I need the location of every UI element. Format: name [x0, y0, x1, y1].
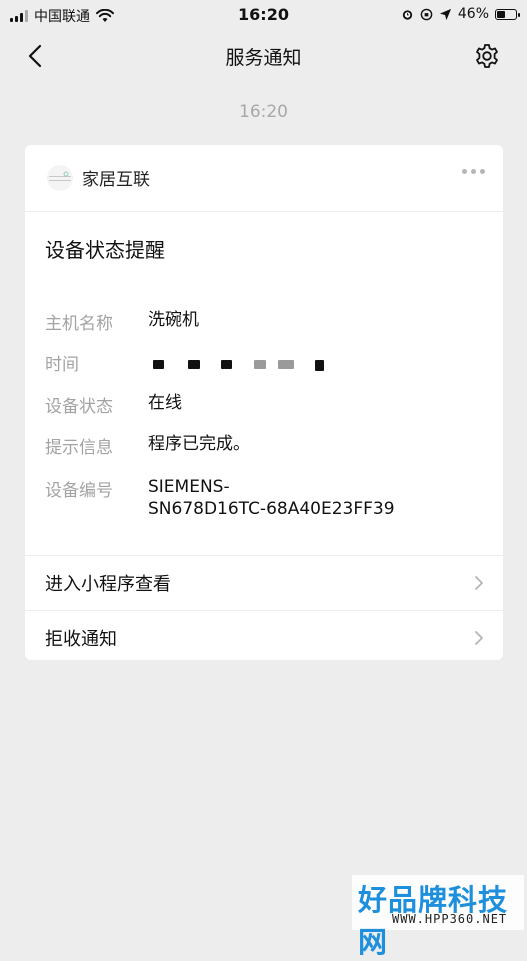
home-connect-logo-icon — [49, 171, 71, 181]
device-id-line-2: SN678D16TC-68A40E23FF39 — [148, 499, 395, 519]
device-id-line-1: SIEMENS- — [148, 477, 230, 497]
battery-icon — [495, 8, 520, 20]
app-name: 家居互联 — [82, 170, 150, 190]
alarm-icon — [402, 9, 413, 20]
info-value: 程序已完成。 — [148, 434, 250, 454]
location-icon — [439, 8, 451, 20]
screen-lock-icon — [420, 8, 433, 20]
info-label: 时间 — [45, 355, 79, 375]
chevron-right-icon — [475, 576, 483, 590]
action-label: 进入小程序查看 — [45, 574, 171, 595]
watermark-url: WWW.HPP360.NET — [392, 912, 508, 926]
gear-icon[interactable] — [473, 42, 501, 70]
info-label: 主机名称 — [45, 314, 113, 334]
card-title: 设备状态提醒 — [45, 238, 165, 262]
reject-notifications-button[interactable]: 拒收通知 — [25, 610, 503, 666]
page-title: 服务通知 — [225, 47, 302, 69]
open-mini-program-button[interactable]: 进入小程序查看 — [25, 555, 503, 611]
app-logo — [47, 165, 73, 191]
info-value: 洗碗机 — [148, 310, 199, 330]
info-label: 设备编号 — [45, 481, 113, 501]
message-timestamp: 16:20 — [239, 102, 288, 122]
battery-percent: 46% — [457, 6, 489, 22]
battery-level — [497, 10, 505, 18]
watermark: 好品牌科技网 WWW.HPP360.NET — [352, 875, 524, 959]
info-value: 在线 — [148, 393, 182, 413]
action-label: 拒收通知 — [45, 629, 117, 650]
status-bar: 中国联通 16:20 46% — [0, 0, 527, 30]
info-value: SIEMENS- SN678D16TC-68A40E23FF39 — [148, 476, 395, 520]
info-label: 设备状态 — [45, 397, 113, 417]
info-label: 提示信息 — [45, 438, 113, 458]
card-header: 家居互联 — [25, 145, 503, 212]
nav-bar: 服务通知 — [0, 30, 527, 82]
status-bar-right: 46% — [401, 6, 520, 22]
more-options-icon[interactable] — [462, 169, 485, 174]
notification-card: 家居互联 设备状态提醒 主机名称 洗碗机 时间 设备状态 在线 提示信息 程序已… — [25, 145, 503, 660]
chevron-right-icon — [475, 631, 483, 645]
